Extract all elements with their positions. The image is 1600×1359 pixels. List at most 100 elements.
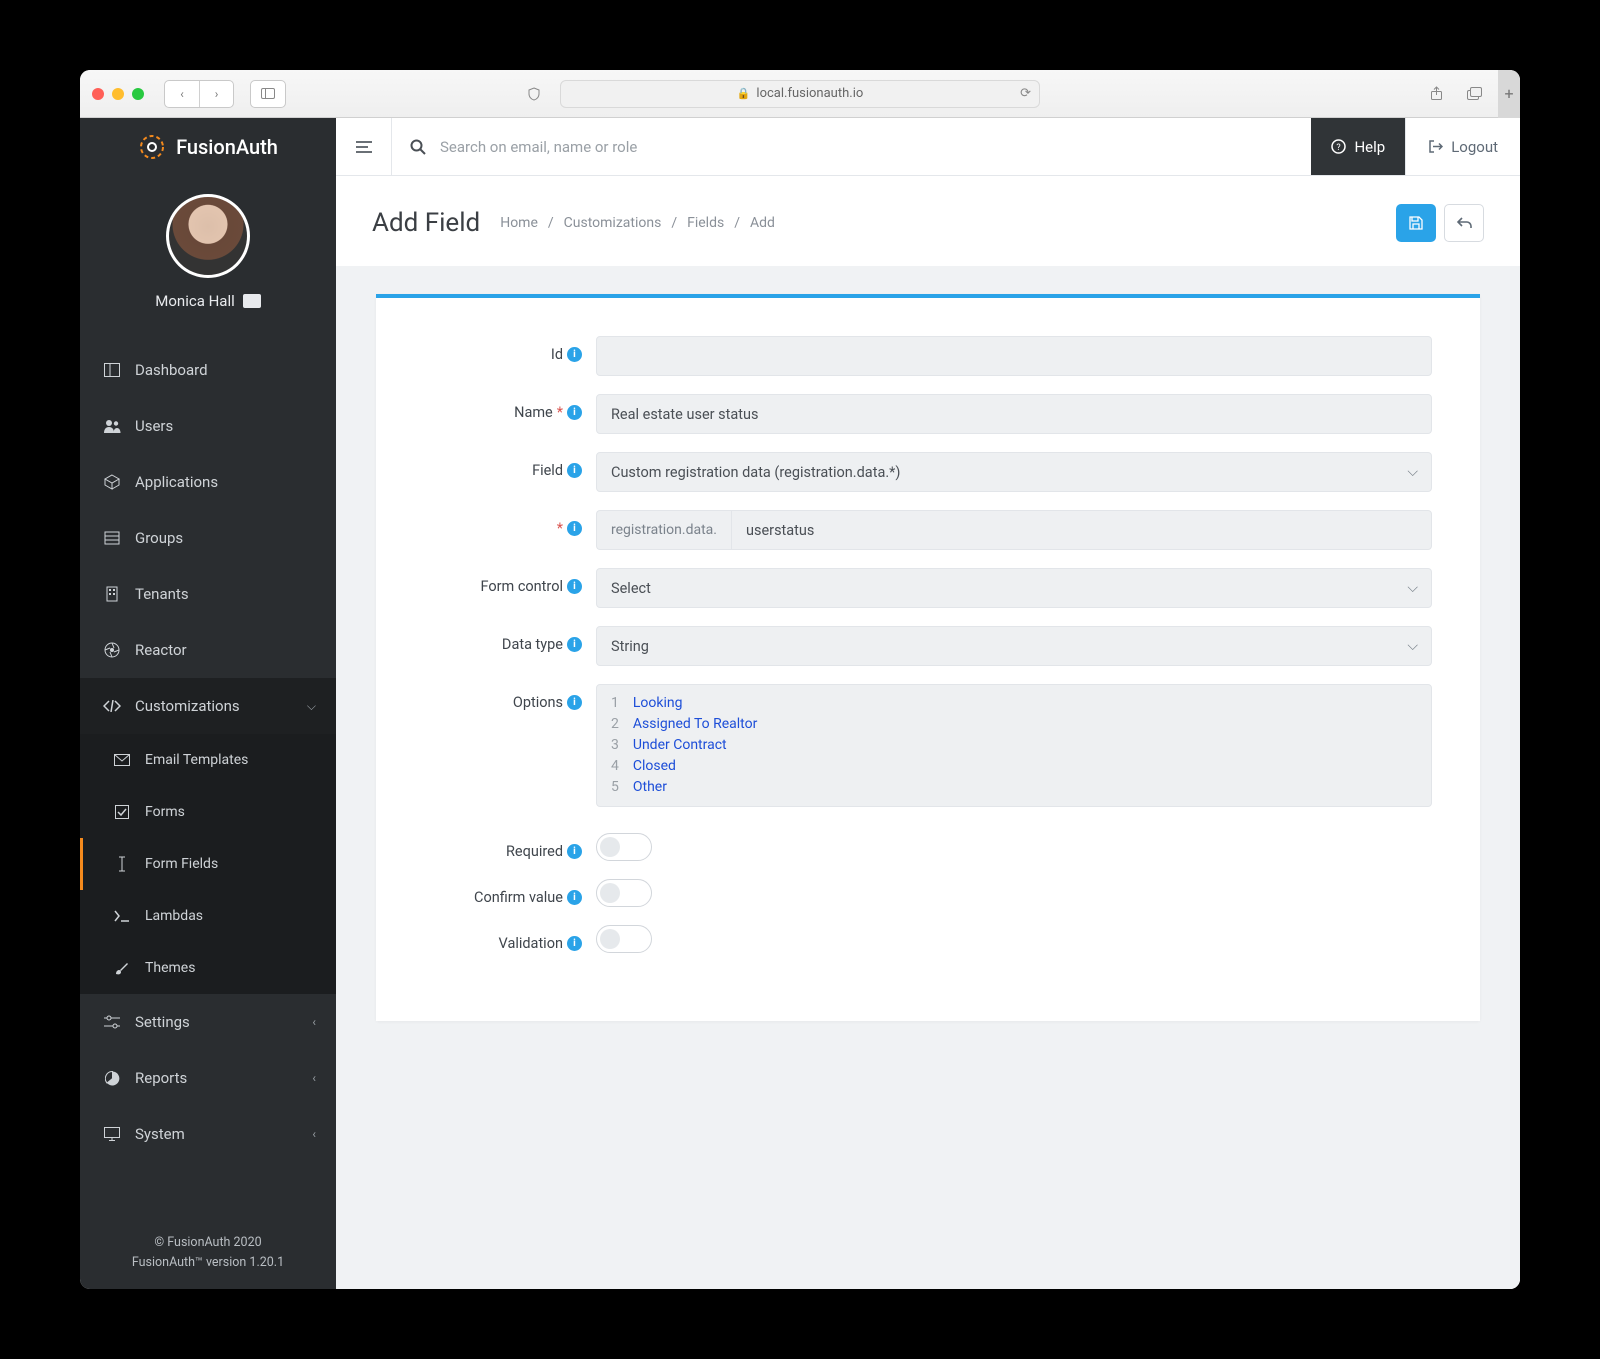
sidebar-item-form-fields[interactable]: Form Fields (80, 838, 336, 890)
info-icon[interactable]: i (567, 890, 582, 905)
info-icon[interactable]: i (567, 405, 582, 420)
sidebar-item-customizations[interactable]: Customizations ⌵ (80, 678, 336, 734)
sidebar-item-email-templates[interactable]: Email Templates (80, 734, 336, 786)
info-icon[interactable]: i (567, 521, 582, 536)
sidebar-item-tenants[interactable]: Tenants (80, 566, 336, 622)
share-icon[interactable] (1422, 81, 1450, 107)
window-zoom[interactable] (132, 88, 144, 100)
window-minimize[interactable] (112, 88, 124, 100)
data-type-select[interactable]: String (596, 626, 1432, 666)
sidebar-item-lambdas[interactable]: Lambdas (80, 890, 336, 942)
sidebar-item-forms[interactable]: Forms (80, 786, 336, 838)
sidebar-item-groups[interactable]: Groups (80, 510, 336, 566)
code-icon (103, 697, 121, 715)
nav: Dashboard Users Applications Groups Tena… (80, 332, 336, 1221)
forward-button[interactable]: › (199, 81, 233, 107)
avatar[interactable] (166, 194, 250, 278)
page-title: Add Field (372, 208, 480, 238)
option-line: Closed (633, 756, 757, 777)
url-text: local.fusionauth.io (756, 86, 863, 101)
sidebar-item-dashboard[interactable]: Dashboard (80, 342, 336, 398)
info-icon[interactable]: i (567, 695, 582, 710)
option-line: Other (633, 777, 757, 798)
help-button[interactable]: ? Help (1311, 118, 1405, 175)
sidebar: FusionAuth Monica Hall Dashboard Users (80, 118, 336, 1289)
validation-toggle[interactable] (596, 925, 652, 953)
browser-titlebar: ‹ › 🔒 local.fusionauth.io ⟳ + (80, 70, 1520, 118)
menu-toggle[interactable] (336, 118, 392, 175)
save-button[interactable] (1396, 204, 1436, 242)
cursor-icon (113, 855, 131, 873)
users-icon (103, 417, 121, 435)
reactor-icon (103, 641, 121, 659)
sidebar-item-reactor[interactable]: Reactor (80, 622, 336, 678)
back-button[interactable]: ‹ (165, 81, 199, 107)
page-header: Add Field Home/ Customizations/ Fields/ … (336, 176, 1520, 266)
sliders-icon (103, 1013, 121, 1031)
browser-window: ‹ › 🔒 local.fusionauth.io ⟳ + (80, 70, 1520, 1289)
form-control-select[interactable]: Select (596, 568, 1432, 608)
name-input[interactable] (596, 394, 1432, 434)
option-line: Assigned To Realtor (633, 714, 757, 735)
svg-text:?: ? (1337, 143, 1341, 153)
topbar: ? Help Logout (336, 118, 1520, 176)
groups-icon (103, 529, 121, 547)
back-button[interactable] (1444, 204, 1484, 242)
crumb-customizations[interactable]: Customizations (564, 215, 662, 231)
dashboard-icon (103, 361, 121, 379)
id-badge-icon (243, 294, 261, 308)
sidebar-footer: © FusionAuth 2020 FusionAuth™ version 1.… (80, 1221, 336, 1289)
crumb-add: Add (750, 215, 775, 231)
chevron-left-icon: ‹ (312, 1127, 316, 1141)
help-icon: ? (1331, 139, 1346, 154)
new-tab-button[interactable]: + (1498, 70, 1520, 118)
nav-buttons: ‹ › (164, 80, 234, 108)
key-prefix: registration.data. (596, 510, 731, 550)
breadcrumb: Home/ Customizations/ Fields/ Add (500, 215, 775, 231)
sidebar-toggle-browser[interactable] (251, 81, 285, 107)
form-card: Id i Name* i Field i Custom registration… (376, 294, 1480, 1021)
sidebar-item-system[interactable]: System ‹ (80, 1106, 336, 1162)
sidebar-item-applications[interactable]: Applications (80, 454, 336, 510)
required-toggle[interactable] (596, 833, 652, 861)
confirm-toggle[interactable] (596, 879, 652, 907)
terminal-icon (113, 907, 131, 925)
option-line: Under Contract (633, 735, 757, 756)
option-line: Looking (633, 693, 757, 714)
main: ? Help Logout Add Field Home/ Customizat… (336, 118, 1520, 1289)
logout-button[interactable]: Logout (1405, 118, 1520, 175)
shield-icon[interactable] (520, 81, 548, 107)
pie-icon (103, 1069, 121, 1087)
crumb-home[interactable]: Home (500, 215, 538, 231)
lock-icon: 🔒 (737, 87, 751, 100)
logo-icon (138, 133, 166, 161)
info-icon[interactable]: i (567, 347, 582, 362)
chevron-left-icon: ‹ (312, 1071, 316, 1085)
sidebar-item-settings[interactable]: Settings ‹ (80, 994, 336, 1050)
reload-icon[interactable]: ⟳ (1020, 86, 1031, 101)
check-square-icon (113, 803, 131, 821)
tabs-icon[interactable] (1460, 81, 1488, 107)
user-name: Monica Hall (155, 292, 234, 310)
search-input[interactable] (440, 138, 1293, 156)
sidebar-item-themes[interactable]: Themes (80, 942, 336, 994)
sidebar-item-users[interactable]: Users (80, 398, 336, 454)
field-select[interactable]: Custom registration data (registration.d… (596, 452, 1432, 492)
info-icon[interactable]: i (567, 579, 582, 594)
customizations-submenu: Email Templates Forms Form Fields Lambda… (80, 734, 336, 994)
info-icon[interactable]: i (567, 844, 582, 859)
address-bar[interactable]: 🔒 local.fusionauth.io ⟳ (560, 80, 1040, 108)
logout-icon (1428, 139, 1443, 154)
key-input[interactable] (731, 510, 1432, 550)
info-icon[interactable]: i (567, 637, 582, 652)
info-icon[interactable]: i (567, 463, 582, 478)
envelope-icon (113, 751, 131, 769)
info-icon[interactable]: i (567, 936, 582, 951)
window-close[interactable] (92, 88, 104, 100)
id-input[interactable] (596, 336, 1432, 376)
brand[interactable]: FusionAuth (80, 118, 336, 176)
crumb-fields[interactable]: Fields (687, 215, 724, 231)
options-editor[interactable]: 12345 Looking Assigned To Realtor Under … (596, 684, 1432, 807)
brush-icon (113, 959, 131, 977)
sidebar-item-reports[interactable]: Reports ‹ (80, 1050, 336, 1106)
